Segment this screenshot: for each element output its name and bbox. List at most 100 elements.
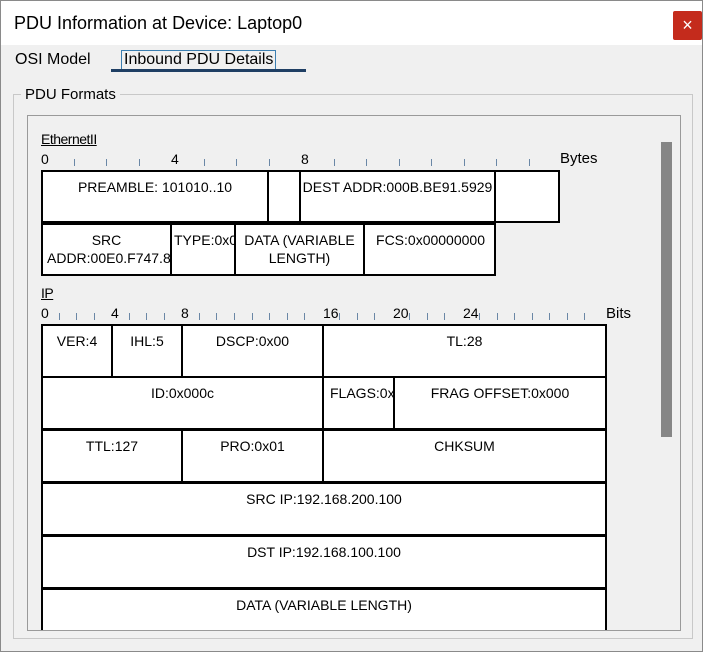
- ethernet-section-title: EthernetII: [41, 131, 97, 147]
- tick: [334, 159, 335, 166]
- tick: [76, 313, 77, 320]
- ip-dscp-field: DSCP:0x00: [181, 324, 324, 378]
- ip-chksum-field: CHKSUM: [322, 429, 607, 483]
- eth-sfd-field: [267, 170, 301, 223]
- tick: [399, 159, 400, 166]
- tick: [216, 313, 217, 320]
- tick: [532, 313, 533, 320]
- eth-fcs-text: FCS:0x00000000: [376, 232, 485, 248]
- window-title: PDU Information at Device: Laptop0: [14, 13, 303, 33]
- tick: [479, 313, 480, 320]
- tab-inbound-pdu-details[interactable]: Inbound PDU Details: [121, 50, 277, 69]
- ethernet-scale-0: 0: [41, 151, 49, 167]
- tab-strip: OSI Model Inbound PDU Details: [1, 45, 702, 75]
- tick: [129, 313, 130, 320]
- scrollbar-thumb[interactable]: [661, 142, 672, 437]
- ip-pro-text: PRO:0x01: [220, 438, 285, 454]
- tick: [549, 313, 550, 320]
- ip-dscp-text: DSCP:0x00: [215, 333, 290, 349]
- ip-frag-offset-text: FRAG OFFSET:0x000: [430, 385, 570, 401]
- ip-tl-field: TL:28: [322, 324, 607, 378]
- eth-type-field: TYPE:0x0800: [170, 223, 236, 276]
- ip-frag-offset-field: FRAG OFFSET:0x000: [393, 376, 607, 430]
- eth-type-text: TYPE:0x0800: [174, 232, 236, 248]
- ip-pro-field: PRO:0x01: [181, 429, 324, 483]
- ip-ver-field: VER:4: [41, 324, 113, 378]
- tick: [464, 159, 465, 166]
- tick: [366, 159, 367, 166]
- ip-scale-8: 8: [181, 305, 189, 321]
- ethernet-scale-4: 4: [171, 151, 179, 167]
- eth-src-addr-text: SRC ADDR:00E0.F747.87C8: [47, 232, 171, 266]
- eth-preamble-field: PREAMBLE: 101010..10: [41, 170, 269, 223]
- ip-tl-text: TL:28: [446, 333, 483, 349]
- tick: [529, 159, 530, 166]
- tick: [584, 313, 585, 320]
- eth-data-text: DATA (VARIABLE LENGTH): [244, 232, 355, 266]
- tick: [164, 313, 165, 320]
- tick: [444, 313, 445, 320]
- tick: [496, 159, 497, 166]
- tick: [567, 313, 568, 320]
- tick: [374, 313, 375, 320]
- pdu-diagram-area: EthernetII 0 4 8 Bytes PREAMBLE: 101010.…: [27, 115, 681, 631]
- eth-dest-addr-extra-field: [494, 170, 560, 223]
- ip-ihl-text: IHL:5: [130, 333, 164, 349]
- tick: [514, 313, 515, 320]
- active-tab-indicator: [111, 69, 306, 72]
- ip-scale-0: 0: [41, 305, 49, 321]
- ip-chksum-text: CHKSUM: [434, 438, 495, 454]
- pdu-formats-label: PDU Formats: [21, 86, 120, 103]
- tick: [304, 313, 305, 320]
- eth-fcs-field: FCS:0x00000000: [363, 223, 496, 276]
- tick: [59, 313, 60, 320]
- eth-data-field: DATA (VARIABLE LENGTH): [234, 223, 365, 276]
- tick: [199, 313, 200, 320]
- tick: [236, 159, 237, 166]
- tick: [146, 313, 147, 320]
- ip-flags-text: FLAGS:0x0: [330, 385, 395, 401]
- tick: [409, 313, 410, 320]
- tick: [204, 159, 205, 166]
- ethernet-scale-8: 8: [301, 151, 309, 167]
- tick: [234, 313, 235, 320]
- close-icon: ×: [682, 15, 693, 35]
- ip-id-text: ID:0x000c: [150, 385, 215, 401]
- ip-scale-4: 4: [111, 305, 119, 321]
- ip-dst-ip-field: DST IP:192.168.100.100: [41, 535, 607, 589]
- eth-dest-addr-text: DEST ADDR:000B.BE91.5929: [302, 179, 493, 195]
- tab-osi-model[interactable]: OSI Model: [15, 51, 91, 69]
- ip-src-ip-field: SRC IP:192.168.200.100: [41, 482, 607, 536]
- ip-section-title: IP: [41, 285, 54, 301]
- tick: [269, 159, 270, 166]
- title-bar: PDU Information at Device: Laptop0 ×: [1, 1, 702, 45]
- ip-data-text: DATA (VARIABLE LENGTH): [236, 597, 412, 613]
- ip-dst-ip-text: DST IP:192.168.100.100: [247, 544, 401, 560]
- tick: [339, 313, 340, 320]
- ip-scale-20: 20: [393, 305, 409, 321]
- close-button[interactable]: ×: [673, 11, 702, 40]
- tick: [431, 159, 432, 166]
- ip-ttl-field: TTL:127: [41, 429, 183, 483]
- tick: [269, 313, 270, 320]
- tick: [497, 313, 498, 320]
- tick: [139, 159, 140, 166]
- eth-dest-addr-field: DEST ADDR:000B.BE91.5929: [299, 170, 496, 223]
- ethernet-unit-label: Bytes: [560, 150, 598, 167]
- ip-ttl-text: TTL:127: [85, 438, 139, 454]
- ip-src-ip-text: SRC IP:192.168.200.100: [246, 491, 402, 507]
- tick: [357, 313, 358, 320]
- ip-id-field: ID:0x000c: [41, 376, 324, 430]
- ip-scale-16: 16: [323, 305, 339, 321]
- eth-src-addr-field: SRC ADDR:00E0.F747.87C8: [41, 223, 172, 276]
- ip-ver-text: VER:4: [56, 333, 98, 349]
- tick: [94, 313, 95, 320]
- tick: [287, 313, 288, 320]
- tick: [252, 313, 253, 320]
- ip-flags-field: FLAGS:0x0: [322, 376, 395, 430]
- ip-unit-label: Bits: [606, 305, 632, 322]
- tick: [106, 159, 107, 166]
- ip-data-field: DATA (VARIABLE LENGTH): [41, 588, 607, 630]
- ip-ihl-field: IHL:5: [111, 324, 183, 378]
- pdu-info-window: PDU Information at Device: Laptop0 × OSI…: [0, 0, 703, 652]
